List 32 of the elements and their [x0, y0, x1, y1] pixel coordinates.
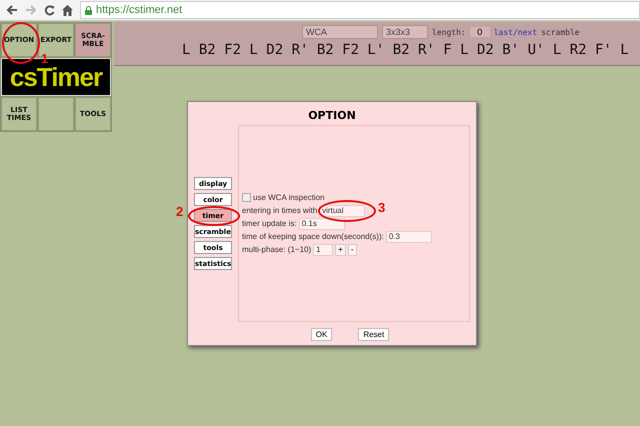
- dialog-title: OPTION: [307, 108, 357, 124]
- address-bar[interactable]: https://cstimer.net: [80, 1, 640, 19]
- input-field[interactable]: 0.3: [386, 230, 432, 242]
- scramble-type-select[interactable]: WCA: [302, 25, 378, 39]
- input-field[interactable]: virtual: [319, 204, 366, 216]
- dialog-button[interactable]: Reset: [358, 328, 390, 341]
- home-icon[interactable]: [62, 4, 73, 16]
- option-label: time of keeping space down(second(s)):: [242, 232, 384, 241]
- step-number: 2: [176, 204, 184, 219]
- input-field[interactable]: 0.1s: [298, 218, 345, 230]
- scramble-text: L B2 F2 L D2 R' B2 F2 L' B2 R' F L D2 B' U' L R2 F' L: [181, 41, 630, 58]
- length-field[interactable]: 0: [470, 27, 490, 37]
- back-icon[interactable]: [6, 5, 18, 15]
- option-label: use WCA inspection: [253, 193, 325, 202]
- step-button[interactable]: +: [335, 244, 346, 256]
- highlight-ellipse: [188, 206, 240, 226]
- option-label: multi-phase: (1~10): [242, 245, 312, 254]
- input-field[interactable]: 1: [313, 244, 334, 256]
- length-label: length:: [432, 28, 466, 36]
- checkbox[interactable]: [242, 193, 251, 202]
- highlight-ellipse: [318, 200, 376, 222]
- option-label: entering in times with: [242, 206, 318, 215]
- step-button[interactable]: -: [348, 244, 356, 256]
- last-next-link[interactable]: last/next: [494, 28, 538, 36]
- option-label: timer update is:: [242, 219, 297, 228]
- dialog-button[interactable]: OK: [310, 328, 332, 341]
- highlight-ellipse: [2, 22, 40, 64]
- step-number: 3: [378, 200, 386, 215]
- lock-icon: [85, 6, 92, 14]
- scramble-label: scramble: [541, 28, 580, 36]
- puzzle-select[interactable]: 3x3x3: [382, 25, 428, 39]
- reload-icon[interactable]: [44, 4, 55, 16]
